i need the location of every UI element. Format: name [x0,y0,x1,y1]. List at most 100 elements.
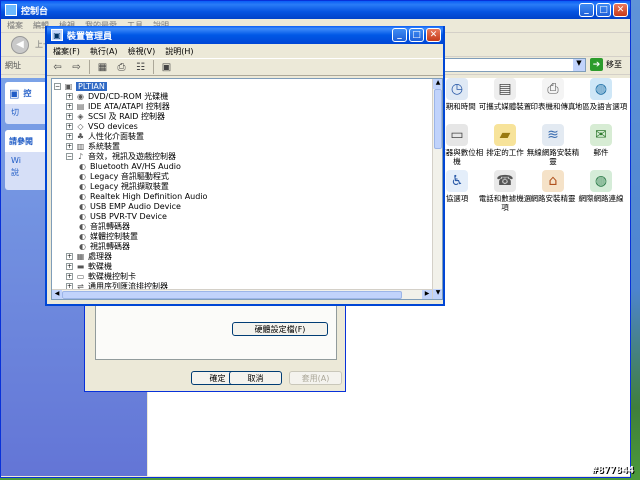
tree-item[interactable]: + ▦ 處理器 [66,251,112,261]
print-icon[interactable]: ⎙ [115,61,128,74]
tree-item[interactable]: + ▭ 軟碟機控制卡 [66,271,136,281]
horizontal-scroll-thumb[interactable] [62,291,402,299]
close-icon[interactable]: ✕ [613,3,628,17]
device-manager-menubar: 檔案(F) 執行(A) 檢視(V) 說明(H) [47,44,443,58]
tree-item[interactable]: ◐ USB EMP Audio Device [78,201,181,211]
hid-icon: ♣ [76,131,85,141]
tree-item[interactable]: ◐ 媒體控制裝置 [78,231,138,241]
scanner-icon: ▭ [446,124,468,146]
menu-action[interactable]: 執行(A) [90,46,118,57]
tree-item[interactable]: + ◇ VSO devices [66,121,138,131]
go-button[interactable]: ➔ 移至 [590,58,622,71]
tree-item[interactable]: + ▬ 軟碟機 [66,261,112,271]
tree-item-label: VSO devices [88,121,138,131]
show-hide-tree-icon[interactable]: ▦ [96,61,109,74]
apply-button[interactable]: 套用(A) [289,371,342,385]
audio-device-icon: ◐ [79,231,86,241]
internet-options-applet[interactable]: ◍ 網際網路連線 [572,170,630,203]
tree-item-label: USB PVR-TV Device [90,211,167,221]
tree-item-label: USB EMP Audio Device [90,201,181,211]
tree-item-label: 音效，視訊及遊戲控制器 [88,151,176,161]
menu-help[interactable]: 說明(H) [165,46,193,57]
tree-item[interactable]: ◐ Bluetooth AV/HS Audio [78,161,181,171]
vertical-scrollbar[interactable]: ▲ ▼ [432,79,442,299]
hardware-profiles-button[interactable]: 硬體設定檔(F) [232,322,328,336]
clock-icon: ◷ [446,78,468,100]
expand-icon[interactable]: + [66,272,73,280]
tree-item[interactable]: + ▤ IDE ATA/ATAPI 控制器 [66,101,170,111]
back-arrow-icon[interactable]: ⇦ [51,61,64,74]
expand-icon[interactable]: + [66,92,73,100]
audio-device-icon: ◐ [79,241,86,251]
audio-device-icon: ◐ [79,181,86,191]
properties-icon[interactable]: ☷ [134,61,147,74]
network-setup-icon: ⌂ [542,170,564,192]
tree-item[interactable]: ◐ 音訊轉碼器 [78,221,130,231]
menu-file[interactable]: 檔案(F) [53,46,80,57]
help-icon[interactable]: ▣ [160,61,173,74]
watermark: #877844 [591,465,634,476]
menu-file[interactable]: 檔案 [7,20,23,31]
maximize-icon[interactable]: □ [596,3,611,17]
floppy-controller-icon: ▭ [76,271,85,281]
globe-icon: ◍ [590,78,612,100]
tree-item[interactable]: + ◈ SCSI 及 RAID 控制器 [66,111,165,121]
system-device-icon: ▥ [76,141,85,151]
expand-icon[interactable]: + [66,252,73,260]
properties-tab-panel: 硬體設定檔(F) [95,300,337,360]
tree-item-label: PLTIAN [76,81,107,91]
audio-device-icon: ◐ [79,191,86,201]
device-manager-title: 裝置管理員 [67,31,113,42]
scroll-up-icon[interactable]: ▲ [433,79,442,89]
maximize-icon[interactable]: □ [409,28,424,42]
mail-applet[interactable]: ✉ 郵件 [572,124,630,157]
tasks-folder-icon: ▰ [494,124,516,146]
tree-item[interactable]: ◐ Legacy 視訊擷取裝置 [78,181,169,191]
expand-icon[interactable]: + [66,112,73,120]
forward-arrow-icon[interactable]: ⇨ [70,61,83,74]
vertical-scroll-thumb[interactable] [434,89,442,149]
device-manager-titlebar[interactable]: ▣ 裝置管理員 _ □ ✕ [47,26,443,44]
scroll-down-icon[interactable]: ▼ [433,289,442,299]
minimize-icon[interactable]: _ [579,3,594,17]
tree-item[interactable]: + ♣ 人性化介面裝置 [66,131,144,141]
tree-item-label: Legacy 視訊擷取裝置 [90,181,169,191]
back-arrow-icon[interactable]: ◀ [11,35,29,54]
computer-icon: ▣ [64,81,73,91]
expand-icon[interactable]: + [66,142,73,150]
expand-icon[interactable]: + [66,262,73,270]
tree-item[interactable]: ◐ Realtek High Definition Audio [78,191,207,201]
tree-item[interactable]: ◐ Legacy 音訊驅動程式 [78,171,169,181]
collapse-icon[interactable]: − [66,152,73,160]
control-panel-icon [5,4,17,16]
accessibility-icon: ♿ [446,170,468,192]
close-icon[interactable]: ✕ [426,28,441,42]
tree-item[interactable]: + ◉ DVD/CD-ROM 光碟機 [66,91,168,101]
regional-options-applet[interactable]: ◍ 地區及語言選項 [572,78,630,111]
horizontal-scrollbar[interactable]: ◀ ▶ [52,289,432,299]
chevron-down-icon[interactable]: ▼ [573,59,585,71]
minimize-icon[interactable]: _ [392,28,407,42]
tree-item[interactable]: ◐ 視訊轉碼器 [78,241,130,251]
menu-view[interactable]: 檢視(V) [128,46,156,57]
wireless-icon: ≋ [542,124,564,146]
device-tree[interactable]: − ▣ PLTIAN + ◉ DVD/CD-ROM 光碟機 + ▤ IDE ATA/ATAPI … [51,78,443,300]
go-arrow-icon: ➔ [590,58,603,71]
expand-icon[interactable]: + [66,132,73,140]
tree-item-label: Realtek High Definition Audio [90,191,208,201]
scroll-left-icon[interactable]: ◀ [52,290,62,299]
cancel-button[interactable]: 取消 [229,371,282,385]
tree-item[interactable]: + ▥ 系統裝置 [66,141,120,151]
expand-icon[interactable]: + [66,122,73,130]
tree-item[interactable]: − ▣ PLTIAN [54,81,107,91]
address-input[interactable]: ▼ [440,58,586,72]
scroll-right-icon[interactable]: ▶ [422,290,432,299]
tree-item[interactable]: ◐ USB PVR-TV Device [78,211,167,221]
floppy-drive-icon: ▬ [76,261,85,271]
control-panel-titlebar[interactable]: 控制台 _ □ ✕ [1,1,630,19]
expand-icon[interactable]: + [66,102,73,110]
audio-device-icon: ◐ [79,221,86,231]
tree-item[interactable]: − ♪ 音效，視訊及遊戲控制器 [66,151,176,161]
scsi-controller-icon: ◈ [77,111,84,121]
collapse-icon[interactable]: − [54,82,61,90]
